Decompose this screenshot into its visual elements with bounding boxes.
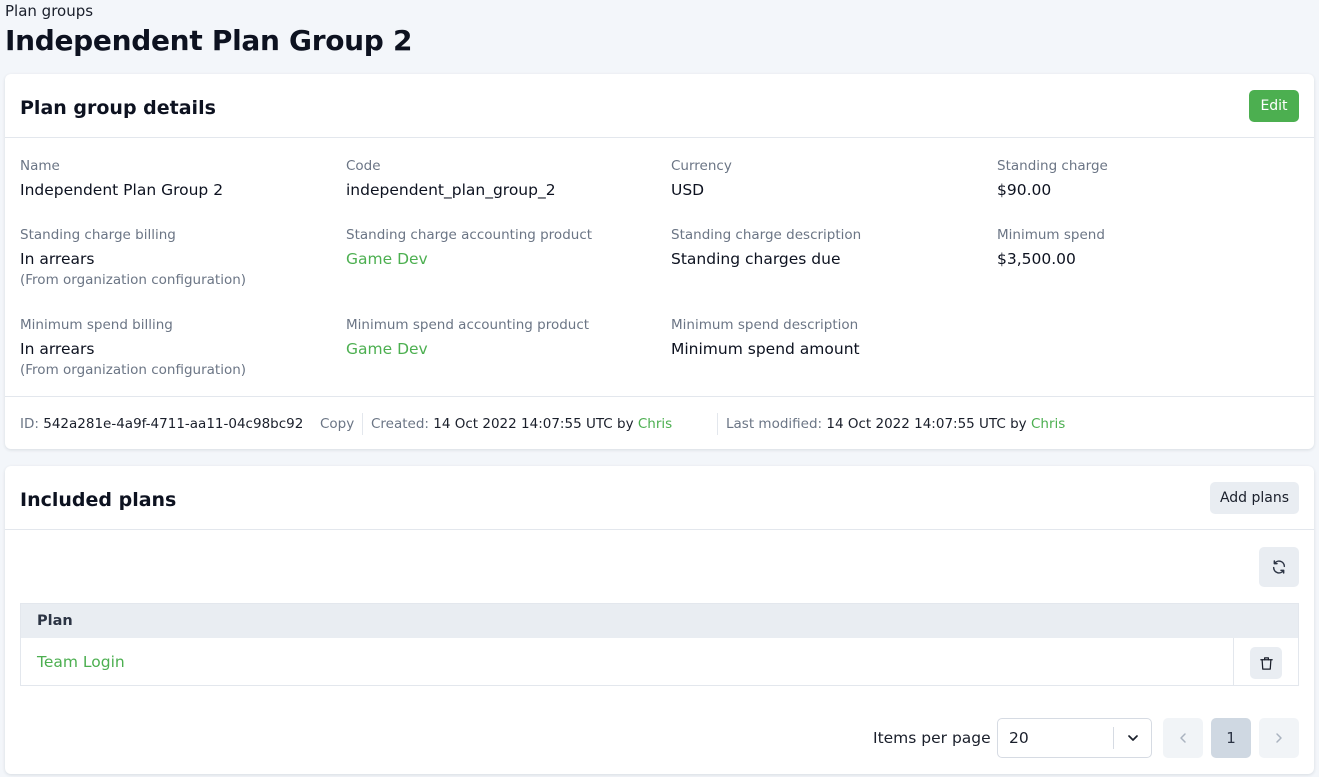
table-header: Plan [21,604,1298,638]
standing-charge-product-link[interactable]: Game Dev [346,249,666,269]
modified-by-link[interactable]: Chris [1031,416,1065,432]
refresh-icon [1272,560,1286,574]
table-row: Team Login [21,638,1298,686]
field-label: Minimum spend description [671,317,859,333]
plan-link[interactable]: Team Login [37,653,125,671]
field-value: independent_plan_group_2 [346,181,556,199]
field-label: Standing charge [997,158,1108,174]
included-card-header: Included plans Add plans [5,466,1314,530]
field-standing-charge-product: Standing charge accounting product Game … [346,227,666,269]
field-minimum-spend-billing: Minimum spend billing In arrears (From o… [20,317,340,379]
breadcrumb[interactable]: Plan groups [5,2,93,20]
edit-button[interactable]: Edit [1249,90,1299,122]
column-header-plan: Plan [37,613,73,629]
copy-id-button[interactable]: Copy [320,416,354,432]
items-per-page-select[interactable]: 20 [997,718,1152,758]
field-note: (From organization configuration) [20,362,247,378]
field-standing-charge: Standing charge $90.00 [997,158,1317,200]
included-card-title: Included plans [20,489,177,511]
field-label: Minimum spend billing [20,317,173,333]
items-per-page-label: Items per page [873,729,991,747]
copy-label[interactable]: Copy [320,416,354,432]
page-button-current[interactable]: 1 [1211,718,1251,758]
field-value: Minimum spend amount [671,340,860,358]
created-label: Created: [371,416,429,432]
field-value: Independent Plan Group 2 [20,181,224,199]
field-minimum-spend-product: Minimum spend accounting product Game De… [346,317,666,359]
next-page-button[interactable] [1259,718,1299,758]
field-label: Standing charge accounting product [346,227,593,243]
page-title: Independent Plan Group 2 [5,24,413,57]
meta-divider [717,413,718,435]
field-label: Standing charge billing [20,227,176,243]
previous-page-button[interactable] [1163,718,1203,758]
minimum-spend-product-link[interactable]: Game Dev [346,339,666,359]
field-label: Currency [671,158,732,174]
field-value: In arrears [20,250,95,268]
field-label: Standing charge description [671,227,862,243]
field-label: Code [346,158,381,174]
created-value: 14 Oct 2022 14:07:55 UTC by [433,416,634,432]
chevron-left-icon [1180,733,1186,743]
field-value: Standing charges due [671,250,841,268]
details-card-header: Plan group details Edit [5,74,1314,138]
field-value: USD [671,181,705,199]
plans-table: Plan Team Login [20,603,1299,686]
meta-divider [362,413,363,435]
field-minimum-spend-description: Minimum spend description Minimum spend … [671,317,991,359]
modified-label: Last modified: [726,416,823,432]
field-label: Minimum spend accounting product [346,317,590,333]
chevron-right-icon [1276,733,1282,743]
field-value: $3,500.00 [997,250,1076,268]
plan-group-details-card: Plan group details Edit Name Independent… [5,74,1314,449]
modified-info: Last modified: 14 Oct 2022 14:07:55 UTC … [726,416,1065,432]
cell-divider [1233,638,1234,686]
field-note: (From organization configuration) [20,272,247,288]
field-standing-charge-billing: Standing charge billing In arrears (From… [20,227,340,289]
id-label: ID: [20,416,39,432]
field-code: Code independent_plan_group_2 [346,158,666,200]
field-standing-charge-description: Standing charge description Standing cha… [671,227,991,269]
delete-plan-button[interactable] [1250,647,1282,679]
refresh-button[interactable] [1259,547,1299,587]
add-plans-button[interactable]: Add plans [1210,482,1299,514]
chevron-down-icon [1128,735,1138,741]
trash-icon [1259,656,1273,670]
created-by-link[interactable]: Chris [638,416,672,432]
field-minimum-spend: Minimum spend $3,500.00 [997,227,1317,269]
select-divider [1113,727,1114,749]
id-value: 542a281e-4a9f-4711-aa11-04c98bc92 [43,416,304,432]
details-card-title: Plan group details [20,97,216,119]
record-id: ID: 542a281e-4a9f-4711-aa11-04c98bc92 [20,416,303,432]
field-currency: Currency USD [671,158,991,200]
field-label: Minimum spend [997,227,1105,243]
field-value: In arrears [20,340,95,358]
modified-value: 14 Oct 2022 14:07:55 UTC by [826,416,1027,432]
field-label: Name [20,158,60,174]
field-value: $90.00 [997,181,1052,199]
field-name: Name Independent Plan Group 2 [20,158,340,200]
created-info: Created: 14 Oct 2022 14:07:55 UTC by Chr… [371,416,672,432]
included-plans-card: Included plans Add plans Plan Team Login [5,466,1314,774]
record-meta: ID: 542a281e-4a9f-4711-aa11-04c98bc92 Co… [5,396,1314,449]
items-per-page-value: 20 [1009,729,1029,747]
